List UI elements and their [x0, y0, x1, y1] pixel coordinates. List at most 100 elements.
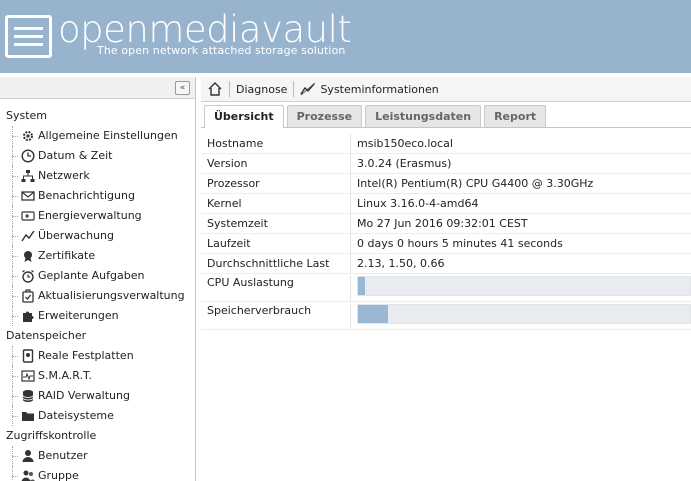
usage-progress-bar — [357, 304, 691, 324]
property-key: Systemzeit — [201, 214, 351, 233]
sidebar-item-label: Erweiterungen — [38, 309, 119, 322]
usage-key: Speicherverbrauch — [201, 304, 351, 329]
sidebar-item-label: Benachrichtigung — [38, 189, 135, 202]
sidebar-item-geplante-aufgaben[interactable]: Geplante Aufgaben — [0, 266, 195, 286]
sidebar-item-benachrichtigung[interactable]: Benachrichtigung — [0, 186, 195, 206]
update-icon — [20, 288, 36, 304]
tab-prozesse[interactable]: Prozesse — [286, 105, 363, 127]
sidebar-item-netzwerk[interactable]: Netzwerk — [0, 166, 195, 186]
sidebar-item-label: RAID Verwaltung — [38, 389, 130, 402]
mail-icon — [20, 188, 36, 204]
user-icon — [20, 448, 36, 464]
property-row: Systemzeit Mo 27 Jun 2016 09:32:01 CEST — [201, 214, 691, 234]
group-icon — [20, 468, 36, 481]
breadcrumb-diagnose[interactable]: Diagnose — [236, 83, 287, 96]
sidebar-item-label: Reale Festplatten — [38, 349, 134, 362]
alarm-clock-icon — [20, 268, 36, 284]
sidebar: « System Allgemeine Einstellungen Datum & … — [0, 77, 196, 481]
chart-line-icon — [300, 82, 320, 96]
sidebar-item-benutzer[interactable]: Benutzer — [0, 446, 195, 466]
sidebar-item-allgemeine-einstellungen[interactable]: Allgemeine Einstellungen — [0, 126, 195, 146]
folder-icon — [20, 408, 36, 424]
property-value: Intel(R) Pentium(R) CPU G4400 @ 3.30GHz — [357, 177, 594, 190]
property-row: Prozessor Intel(R) Pentium(R) CPU G4400 @… — [201, 174, 691, 194]
smart-icon — [20, 368, 36, 384]
puzzle-icon — [20, 308, 36, 324]
property-key: Durchschnittliche Last — [201, 254, 351, 273]
sidebar-item-label: Aktualisierungsverwaltung — [38, 289, 185, 302]
disk-icon — [20, 348, 36, 364]
sidebar-item-erweiterungen[interactable]: Erweiterungen — [0, 306, 195, 326]
sidebar-item-label: Netzwerk — [38, 169, 90, 182]
sidebar-item-energieverwaltung[interactable]: Energieverwaltung — [0, 206, 195, 226]
sidebar-item-gruppe[interactable]: Gruppe — [0, 466, 195, 481]
gear-icon — [20, 128, 36, 144]
usage-progress-fill — [358, 305, 388, 323]
sidebar-item-label: Zertifikate — [38, 249, 96, 262]
sidebar-item-label: Allgemeine Einstellungen — [38, 129, 178, 142]
property-row: Durchschnittliche Last 2.13, 1.50, 0.66 — [201, 254, 691, 274]
database-icon — [20, 388, 36, 404]
usage-value — [351, 276, 691, 296]
collapse-sidebar-button[interactable]: « — [175, 81, 190, 95]
sidebar-item-label: Benutzer — [38, 449, 88, 462]
usage-progress-bar — [357, 276, 691, 296]
property-value: 0 days 0 hours 5 minutes 41 seconds — [357, 237, 563, 250]
sidebar-item-reale-festplatten[interactable]: Reale Festplatten — [0, 346, 195, 366]
sidebar-group-zugriffskontrolle[interactable]: Zugriffskontrolle — [0, 426, 195, 446]
property-row: Laufzeit 0 days 0 hours 5 minutes 41 seco… — [201, 234, 691, 254]
property-value: 3.0.24 (Erasmus) — [357, 157, 452, 170]
nav-tree: System Allgemeine Einstellungen Datum & Ze… — [0, 99, 195, 481]
power-icon — [20, 208, 36, 224]
sidebar-item-aktualisierungsverwaltung[interactable]: Aktualisierungsverwaltung — [0, 286, 195, 306]
property-key: Laufzeit — [201, 234, 351, 253]
breadcrumb: Diagnose Systeminformationen — [201, 77, 691, 102]
app-header: openmediavault The open network attached… — [0, 0, 691, 73]
sidebar-item-s-m-a-r-t-[interactable]: S.M.A.R.T. — [0, 366, 195, 386]
sidebar-item-raid-verwaltung[interactable]: RAID Verwaltung — [0, 386, 195, 406]
sidebar-item-label: Datum & Zeit — [38, 149, 113, 162]
usage-row: CPU Auslastung — [201, 274, 691, 302]
property-key: Kernel — [201, 194, 351, 213]
clock-icon — [20, 148, 36, 164]
sidebar-toolbar: « — [0, 77, 195, 99]
sidebar-item-überwachung[interactable]: Überwachung — [0, 226, 195, 246]
property-value: 2.13, 1.50, 0.66 — [357, 257, 445, 270]
menu-logo-icon[interactable] — [5, 15, 52, 58]
property-key: Hostname — [201, 134, 351, 153]
property-row: Hostname msib150eco.local — [201, 134, 691, 154]
home-icon[interactable] — [207, 81, 223, 97]
usage-row: Speicherverbrauch — [201, 302, 691, 330]
tab-bar: Übersicht Prozesse Leistungsdaten Report — [201, 102, 691, 128]
tab-report[interactable]: Report — [484, 105, 547, 127]
tab-übersicht[interactable]: Übersicht — [204, 105, 284, 128]
property-row: Kernel Linux 3.16.0-4-amd64 — [201, 194, 691, 214]
sidebar-item-label: Dateisysteme — [38, 409, 114, 422]
sidebar-group-datenspeicher[interactable]: Datenspeicher — [0, 326, 195, 346]
property-value: Mo 27 Jun 2016 09:32:01 CEST — [357, 217, 528, 230]
usage-value — [351, 304, 691, 324]
sidebar-item-label: S.M.A.R.T. — [38, 369, 92, 382]
sidebar-item-label: Überwachung — [38, 229, 115, 242]
brand-tagline: The open network attached storage soluti… — [97, 44, 346, 57]
usage-key: CPU Auslastung — [201, 276, 351, 301]
sidebar-item-label: Geplante Aufgaben — [38, 269, 145, 282]
property-key: Version — [201, 154, 351, 173]
sidebar-item-zertifikate[interactable]: Zertifikate — [0, 246, 195, 266]
breadcrumb-systeminformationen[interactable]: Systeminformationen — [320, 83, 438, 96]
property-value: Linux 3.16.0-4-amd64 — [357, 197, 479, 210]
certificate-icon — [20, 248, 36, 264]
sidebar-item-dateisysteme[interactable]: Dateisysteme — [0, 406, 195, 426]
sidebar-group-system[interactable]: System — [0, 106, 195, 126]
sidebar-item-label: Energieverwaltung — [38, 209, 142, 222]
network-icon — [20, 168, 36, 184]
property-row: Version 3.0.24 (Erasmus) — [201, 154, 691, 174]
main-panel: Diagnose Systeminformationen Übersicht Pr… — [201, 77, 691, 481]
usage-progress-fill — [358, 277, 365, 295]
property-key: Prozessor — [201, 174, 351, 193]
property-value: msib150eco.local — [357, 137, 453, 150]
sidebar-item-datum-zeit[interactable]: Datum & Zeit — [0, 146, 195, 166]
properties-grid: Hostname msib150eco.local Version 3.0.24 (E… — [201, 134, 691, 330]
tab-leistungsdaten[interactable]: Leistungsdaten — [365, 105, 482, 127]
chart-line-icon — [20, 228, 36, 244]
